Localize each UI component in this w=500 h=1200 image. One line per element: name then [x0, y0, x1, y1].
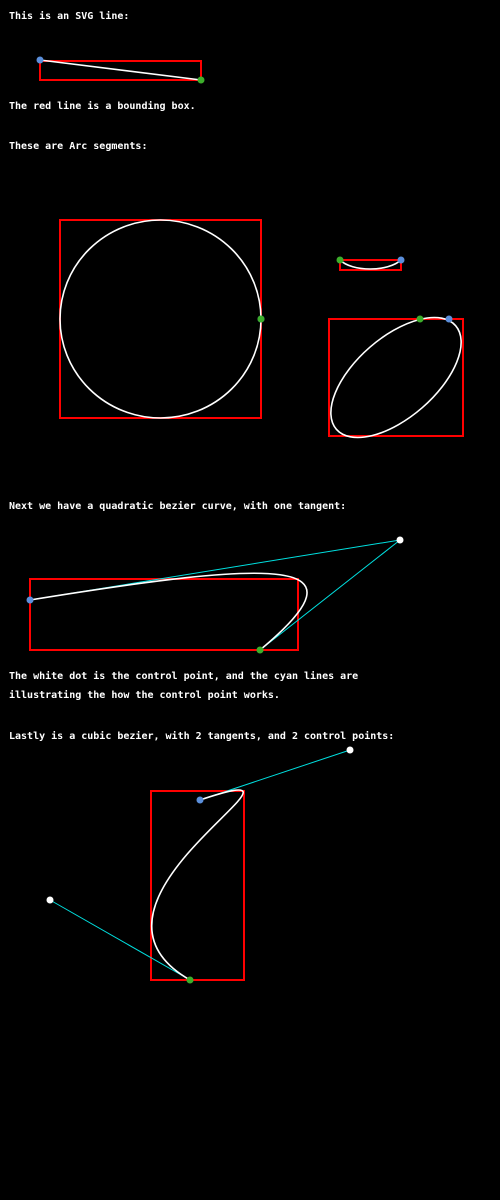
caption-control-note-1: The white dot is the control point, and …	[9, 670, 358, 682]
arc-circle-example	[59, 219, 265, 419]
line-segment	[39, 59, 202, 81]
quadratic-bezier-example	[26, 536, 404, 654]
quadratic-tangent-end	[259, 539, 401, 651]
quadratic-end-point	[256, 646, 264, 654]
arc-small-start-point	[397, 256, 405, 264]
arc-small-example	[336, 256, 405, 271]
arc-ellipse-bounding-box	[328, 318, 464, 437]
caption-bbox-note: The red line is a bounding box.	[9, 100, 196, 112]
quadratic-control-point	[396, 536, 404, 544]
quadratic-curve	[29, 572, 308, 651]
caption-cubic-intro: Lastly is a cubic bezier, with 2 tangent…	[9, 730, 394, 742]
arc-ellipse-start-point	[445, 315, 453, 323]
diagram-canvas: This is an SVG line: The red line is a b…	[9, 10, 464, 984]
arc-ellipse-example	[328, 315, 464, 439]
cubic-curve	[150, 789, 244, 981]
arc-circle-bounding-box	[59, 219, 262, 419]
line-start-point	[36, 56, 44, 64]
quadratic-bounding-box	[29, 578, 299, 651]
cubic-start-point	[196, 796, 204, 804]
quadratic-start-point	[26, 596, 34, 604]
cubic-control-point-1	[346, 746, 354, 754]
arc-ellipse-end-point	[416, 315, 424, 323]
arc-circle	[59, 219, 262, 419]
arc-small-end-point	[336, 256, 344, 264]
line-end-point	[197, 76, 205, 84]
caption-quad-intro: Next we have a quadratic bezier curve, w…	[9, 500, 346, 512]
arc-small	[339, 259, 402, 270]
cubic-control-point-2	[46, 896, 54, 904]
caption-arc-intro: These are Arc segments:	[9, 141, 147, 152]
arc-circle-end-point	[257, 315, 265, 323]
cubic-tangent-end	[49, 899, 191, 981]
cubic-end-point	[186, 976, 194, 984]
arc-ellipse	[330, 316, 462, 439]
caption-line-intro: This is an SVG line:	[9, 10, 129, 22]
caption-control-note-2: illustrating the how the control point w…	[9, 689, 280, 701]
cubic-bezier-example	[46, 746, 354, 984]
line-example	[36, 56, 205, 84]
